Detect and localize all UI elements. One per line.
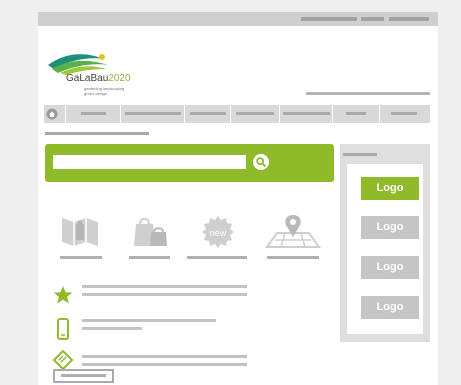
list-text-line [82, 327, 142, 330]
nav-item[interactable] [121, 105, 185, 123]
sidebar-heading [343, 153, 377, 156]
nav-item[interactable] [66, 105, 121, 123]
more-button[interactable] [53, 369, 114, 383]
page: GaLaBau2020 gardening landscaping green … [38, 12, 438, 385]
utility-link[interactable] [389, 17, 429, 21]
nav-item[interactable] [185, 105, 231, 123]
search-icon[interactable] [253, 154, 269, 170]
feature-caption [187, 256, 247, 259]
list-text-line [82, 293, 247, 296]
ticket-icon [52, 349, 74, 371]
logo-button-2[interactable]: Logo [361, 216, 419, 239]
list-text-line [82, 355, 247, 358]
mobile-phone-icon [57, 318, 69, 340]
search-input[interactable] [53, 155, 246, 169]
breadcrumb[interactable] [45, 132, 149, 135]
new-badge-icon[interactable]: new [201, 215, 235, 249]
list-text-line [82, 285, 247, 288]
nav-item[interactable] [280, 105, 333, 123]
sidebar-logos: Logo Logo Logo Logo [340, 144, 430, 342]
galabau-wave-logo-icon[interactable] [46, 47, 136, 91]
list-text-line [82, 363, 247, 366]
home-icon [46, 108, 58, 120]
brand-tagline: gardening landscaping green design [84, 86, 125, 96]
search-panel [45, 144, 334, 182]
brand-wordmark: GaLaBau2020 [66, 73, 131, 84]
map-booth-icon[interactable] [60, 214, 100, 248]
location-pin-map-icon[interactable] [265, 213, 321, 249]
utility-link[interactable] [301, 17, 357, 21]
nav-item[interactable] [380, 105, 430, 123]
utility-link[interactable] [361, 17, 384, 21]
feature-caption [60, 256, 102, 259]
header-text-line [306, 92, 430, 95]
logo-button-3[interactable]: Logo [361, 256, 419, 279]
nav-item[interactable] [231, 105, 280, 123]
star-icon [53, 286, 73, 304]
nav-item[interactable] [333, 105, 380, 123]
logo-button-1[interactable]: Logo [361, 177, 419, 200]
feature-caption [267, 256, 319, 259]
logo-button-4[interactable]: Logo [361, 296, 419, 319]
sidebar-logo-list: Logo Logo Logo Logo [347, 164, 423, 334]
list-text-line [82, 319, 216, 322]
nav-item-home[interactable] [44, 105, 66, 123]
new-badge-text: new [210, 228, 227, 238]
utility-bar [38, 12, 438, 26]
main-nav [44, 105, 430, 123]
feature-caption [129, 256, 170, 259]
shopping-bags-icon[interactable] [133, 214, 169, 248]
